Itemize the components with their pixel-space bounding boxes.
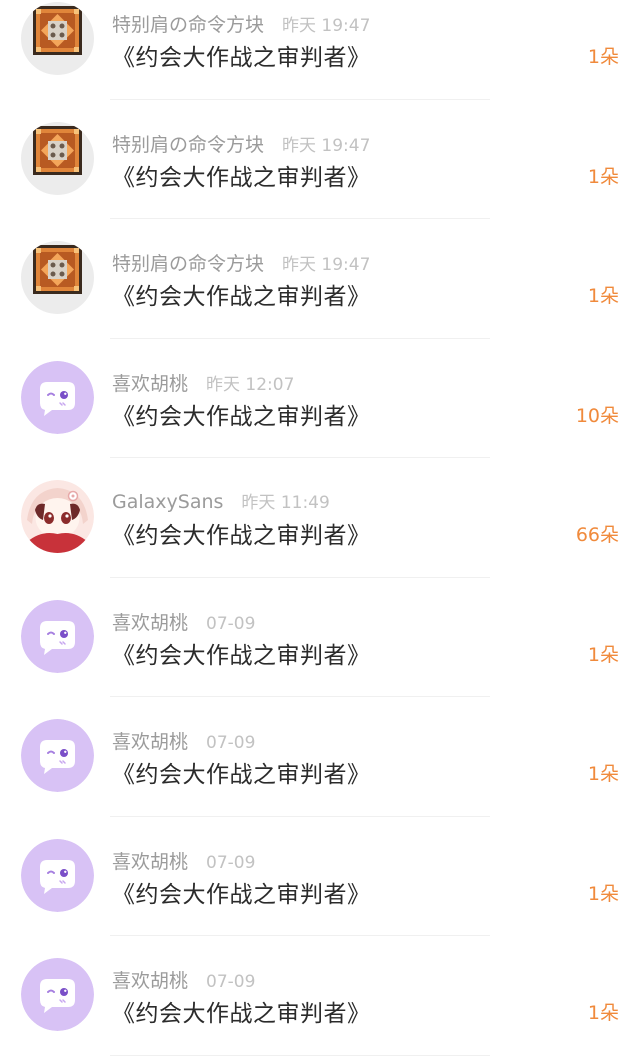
username[interactable]: 喜欢胡桃 xyxy=(112,727,188,754)
flower-count: 1朵 xyxy=(587,643,619,666)
username[interactable]: 喜欢胡桃 xyxy=(112,369,188,396)
flower-count: 1朵 xyxy=(587,1002,619,1024)
book-title[interactable]: 《约会大作战之审判者》 xyxy=(112,158,371,192)
flower-count: 1朵 xyxy=(587,46,619,68)
username[interactable]: GalaxySans xyxy=(112,491,223,513)
book-title[interactable]: 《约会大作战之审判者》 xyxy=(112,636,371,670)
default-chat-bubble-icon xyxy=(21,838,94,912)
default-chat-bubble-icon xyxy=(21,599,94,673)
avatar[interactable] xyxy=(21,480,94,553)
gift-record-row[interactable]: 特别肩の命令方块 昨天 19:47 《约会大作战之审判者》 1朵 xyxy=(0,219,640,339)
avatar[interactable] xyxy=(21,241,94,314)
avatar[interactable] xyxy=(21,958,94,1031)
username[interactable]: 特别肩の命令方块 xyxy=(112,130,264,157)
timestamp: 昨天 11:49 xyxy=(241,493,330,513)
gift-record-row[interactable]: 喜欢胡桃 07-09 《约会大作战之审判者》 1朵 xyxy=(0,936,640,1056)
book-title[interactable]: 《约会大作战之审判者》 xyxy=(112,397,371,431)
gift-record-row[interactable]: 喜欢胡桃 07-09 《约会大作战之审判者》 1朵 xyxy=(0,578,640,698)
default-chat-bubble-icon xyxy=(21,360,94,434)
book-title[interactable]: 《约会大作战之审判者》 xyxy=(112,994,371,1028)
flower-count: 66朵 xyxy=(575,524,619,546)
anime-character-icon xyxy=(21,480,94,553)
avatar[interactable] xyxy=(21,838,94,912)
avatar[interactable] xyxy=(21,360,94,434)
username[interactable]: 喜欢胡桃 xyxy=(112,847,188,874)
gift-record-row[interactable]: 喜欢胡桃 07-09 《约会大作战之审判者》 1朵 xyxy=(0,697,640,817)
book-title[interactable]: 《约会大作战之审判者》 xyxy=(112,875,371,909)
timestamp: 07-09 xyxy=(206,613,256,634)
command-block-icon xyxy=(21,121,94,195)
gift-record-row[interactable]: 喜欢胡桃 07-09 《约会大作战之审判者》 1朵 xyxy=(0,817,640,937)
flower-count: 10朵 xyxy=(575,404,619,427)
timestamp: 昨天 19:47 xyxy=(282,255,371,275)
avatar[interactable] xyxy=(21,719,94,792)
gift-record-list: 特别肩の命令方块 昨天 19:47 《约会大作战之审判者》 1朵 特别肩の命令方… xyxy=(0,0,640,1056)
book-title[interactable]: 《约会大作战之审判者》 xyxy=(112,755,371,789)
avatar[interactable] xyxy=(21,2,94,75)
gift-record-row[interactable]: 特别肩の命令方块 昨天 19:47 《约会大作战之审判者》 1朵 xyxy=(0,100,640,220)
command-block-icon xyxy=(21,2,94,75)
gift-record-row[interactable]: 特别肩の命令方块 昨天 19:47 《约会大作战之审判者》 1朵 xyxy=(0,0,640,100)
timestamp: 昨天 19:47 xyxy=(282,16,371,36)
flower-count: 1朵 xyxy=(587,165,619,188)
avatar[interactable] xyxy=(21,121,94,195)
username[interactable]: 喜欢胡桃 xyxy=(112,966,188,993)
command-block-icon xyxy=(21,241,94,314)
gift-record-row[interactable]: GalaxySans 昨天 11:49 《约会大作战之审判者》 66朵 xyxy=(0,458,640,578)
username[interactable]: 喜欢胡桃 xyxy=(112,608,188,635)
timestamp: 07-09 xyxy=(206,733,256,753)
timestamp: 07-09 xyxy=(206,972,256,992)
default-chat-bubble-icon xyxy=(21,958,94,1031)
default-chat-bubble-icon xyxy=(21,719,94,792)
timestamp: 07-09 xyxy=(206,852,256,873)
book-title[interactable]: 《约会大作战之审判者》 xyxy=(112,516,371,550)
gift-record-row[interactable]: 喜欢胡桃 昨天 12:07 《约会大作战之审判者》 10朵 xyxy=(0,339,640,459)
flower-count: 1朵 xyxy=(587,285,619,307)
book-title[interactable]: 《约会大作战之审判者》 xyxy=(112,38,371,72)
book-title[interactable]: 《约会大作战之审判者》 xyxy=(112,277,371,311)
username[interactable]: 特别肩の命令方块 xyxy=(112,249,264,276)
flower-count: 1朵 xyxy=(587,763,619,785)
username[interactable]: 特别肩の命令方块 xyxy=(112,10,264,37)
timestamp: 昨天 19:47 xyxy=(282,135,371,156)
timestamp: 昨天 12:07 xyxy=(206,374,295,395)
flower-count: 1朵 xyxy=(587,882,619,905)
avatar[interactable] xyxy=(21,599,94,673)
